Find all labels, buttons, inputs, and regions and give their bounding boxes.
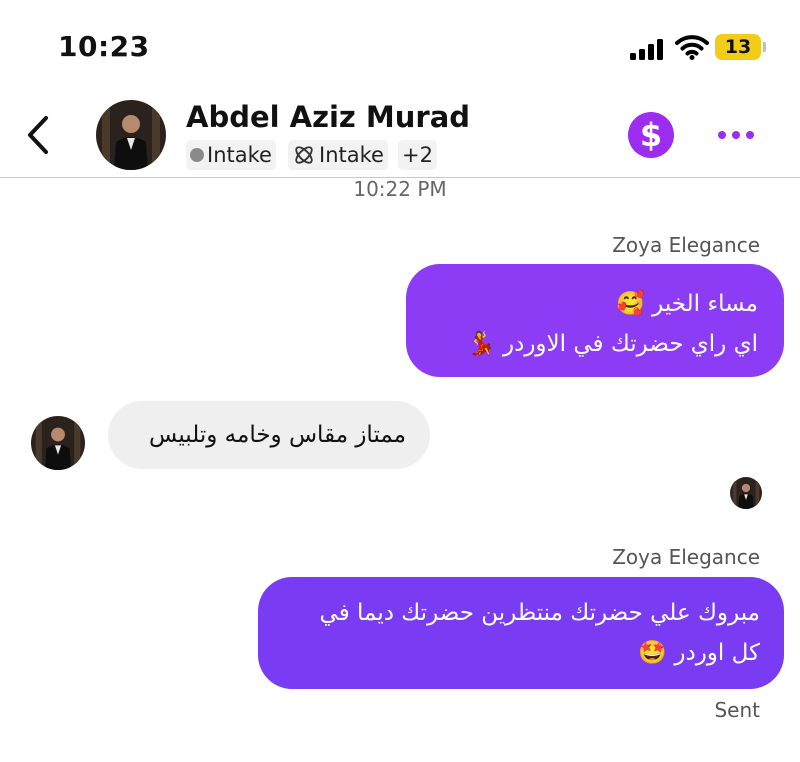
tag-intake-integration[interactable]: Intake (288, 140, 388, 170)
delivery-status: Sent (714, 698, 760, 722)
contact-avatar-small (31, 416, 85, 470)
status-dot-icon (190, 148, 204, 162)
incoming-message-bubble[interactable]: ممتاز مقاس وخامه وتلبيس (108, 401, 430, 469)
tag-label: Intake (207, 143, 272, 167)
tag-intake-status[interactable]: Intake (186, 140, 276, 170)
message-line: مبروك علي حضرتك منتظرين حضرتك ديما في (319, 600, 760, 626)
back-chevron-icon[interactable] (22, 112, 58, 158)
message-line: ممتاز مقاس وخامه وتلبيس (149, 422, 406, 448)
message-line: مساء الخير 🥰 (616, 291, 758, 317)
battery-icon: 13 (715, 34, 761, 60)
tag-more-count[interactable]: +2 (398, 140, 437, 170)
contact-avatar[interactable] (96, 100, 166, 170)
sender-name: Zoya Elegance (612, 233, 760, 257)
atom-icon (295, 146, 313, 164)
tag-label: Intake (319, 143, 384, 167)
outgoing-message-bubble[interactable]: مساء الخير 🥰 اي راي حضرتك في الاوردر 💃 (406, 264, 784, 377)
contact-name: Abdel Aziz Murad (186, 100, 471, 134)
message-line: اي راي حضرتك في الاوردر 💃 (467, 331, 758, 357)
cellular-signal-icon (630, 38, 666, 60)
wifi-icon (675, 35, 709, 60)
read-receipt-avatar (730, 477, 762, 509)
message-timestamp: 10:22 PM (353, 177, 447, 201)
sender-name: Zoya Elegance (612, 545, 760, 569)
dollar-icon[interactable]: $ (628, 112, 674, 158)
tag-label: +2 (402, 143, 433, 167)
status-time: 10:23 (58, 30, 150, 63)
battery-nub (763, 42, 766, 52)
more-dots-icon[interactable] (716, 121, 756, 149)
message-line: كل اوردر 🤩 (638, 640, 760, 666)
outgoing-message-bubble[interactable]: مبروك علي حضرتك منتظرين حضرتك ديما في كل… (258, 577, 784, 689)
